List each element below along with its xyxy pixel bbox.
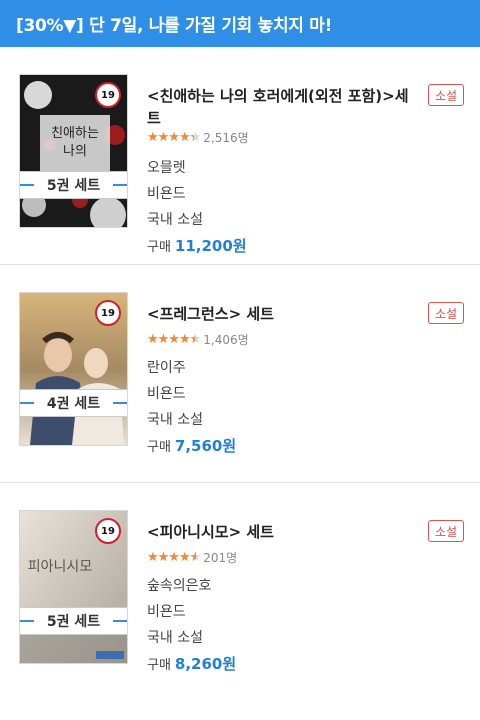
age-19-badge: 19	[95, 82, 121, 108]
set-count-label: 5권 세트	[20, 607, 127, 635]
author[interactable]: 숲속의은호	[147, 575, 211, 595]
genre-tag: 소설	[428, 84, 464, 106]
price: 구매 8,260원	[147, 653, 236, 674]
rating-count: 2,516명	[203, 131, 249, 145]
svg-text:나의: 나의	[63, 144, 87, 159]
star-rating: ★★★★★★★★★★	[147, 332, 201, 347]
age-19-badge: 19	[95, 518, 121, 544]
rating-count: 201명	[203, 551, 238, 565]
category: 국내 소설	[147, 630, 203, 646]
book-title[interactable]: <피아니시모> 세트	[147, 521, 409, 543]
price-label: 구매	[147, 440, 171, 455]
price-amount: 11,200원	[174, 237, 247, 255]
rating: ★★★★★ ★★★★★ 201명	[147, 549, 237, 566]
publisher[interactable]: 비욘드	[147, 601, 186, 621]
publisher[interactable]: 비욘드	[147, 183, 186, 203]
price-amount: 8,260원	[174, 655, 237, 673]
list-item[interactable]: 피아니시모 19 5권 세트 <피아니시모> 세트 소설 ★★★★★ ★★★★★ …	[0, 483, 480, 701]
author[interactable]: 오믈렛	[147, 157, 186, 177]
set-count-label: 4권 세트	[20, 389, 127, 417]
svg-text:친애하는: 친애하는	[51, 126, 99, 141]
book-cover[interactable]: 친애하는 나의 19 5권 세트	[20, 75, 127, 227]
star-rating: ★★★★★★★★★★	[147, 550, 201, 565]
list-item[interactable]: 19 4권 세트 <프레그런스> 세트 소설 ★★★★★ ★★★★★ 1,406명…	[0, 265, 480, 483]
publisher[interactable]: 비욘드	[147, 383, 186, 403]
genre-tag: 소설	[428, 520, 464, 542]
book-title[interactable]: <프레그런스> 세트	[147, 303, 409, 325]
list-item[interactable]: 친애하는 나의 19 5권 세트 <친애하는 나의 호러에게(외전 포함)>세트…	[0, 47, 480, 265]
book-title[interactable]: <친애하는 나의 호러에게(외전 포함)>세트	[147, 85, 409, 129]
price: 구매 11,200원	[147, 235, 247, 256]
price-amount: 7,560원	[174, 437, 237, 455]
price: 구매 7,560원	[147, 435, 236, 456]
age-19-badge: 19	[95, 300, 121, 326]
rating: ★★★★★★★★★★ 2,516명	[147, 129, 249, 146]
book-cover[interactable]: 피아니시모 19 5권 세트	[20, 511, 127, 663]
set-count-label: 5권 세트	[20, 171, 127, 199]
genre-tag: 소설	[428, 302, 464, 324]
promo-banner-text: [30%▼] 단 7일, 나를 가질 기회 놓치지 마!	[16, 16, 333, 36]
svg-text:피아니시모: 피아니시모	[28, 559, 93, 575]
price-label: 구매	[147, 240, 171, 255]
price-label: 구매	[147, 658, 171, 673]
author[interactable]: 란이주	[147, 357, 186, 377]
book-cover[interactable]: 19 4권 세트	[20, 293, 127, 445]
category: 국내 소설	[147, 212, 203, 228]
promo-banner[interactable]: [30%▼] 단 7일, 나를 가질 기회 놓치지 마!	[0, 0, 480, 47]
rating-count: 1,406명	[203, 333, 249, 347]
rating: ★★★★★ ★★★★★ 1,406명	[147, 331, 249, 348]
category: 국내 소설	[147, 412, 203, 428]
star-rating: ★★★★★★★★★★	[147, 130, 201, 145]
